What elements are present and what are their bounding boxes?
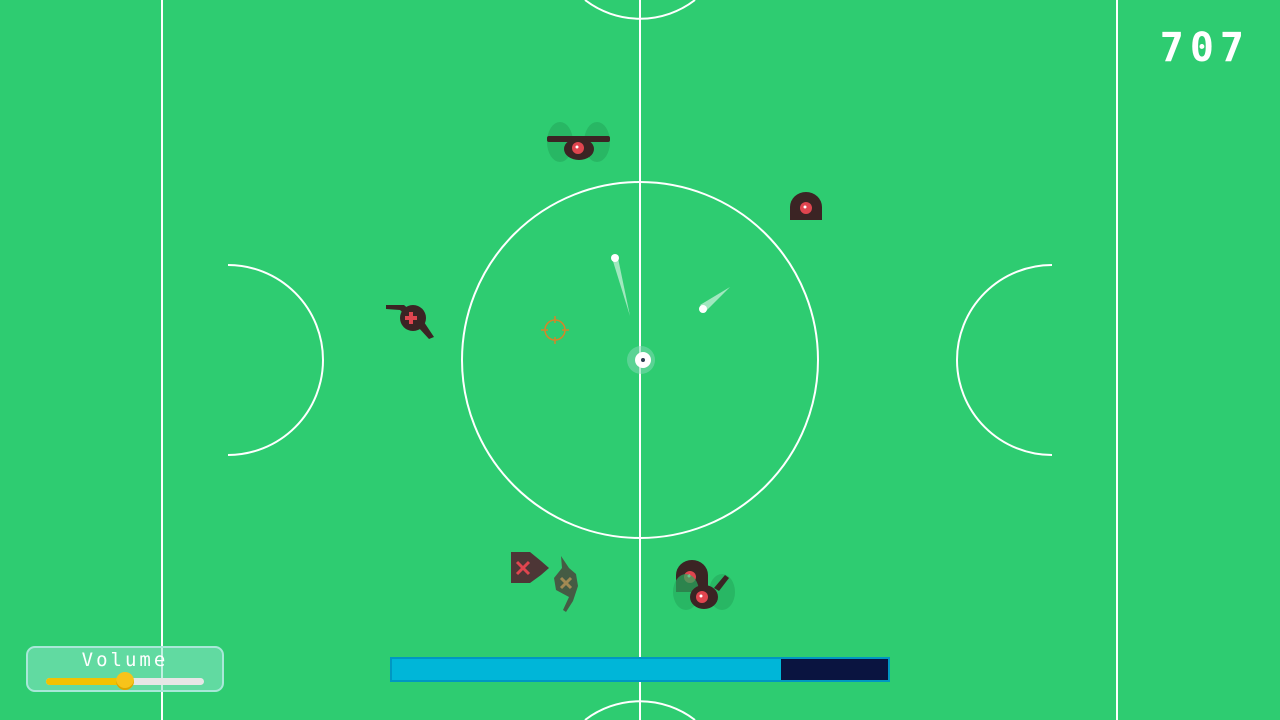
health-bar-fill [392, 659, 782, 680]
volume-slider[interactable] [46, 672, 204, 690]
wreck-enemy [554, 556, 578, 612]
volume-label: Volume [81, 649, 169, 671]
volume-slider-fill [46, 678, 125, 685]
cannon-enemy [386, 305, 434, 339]
right-goal-arc [956, 264, 1053, 456]
score-counter: 707 [1159, 25, 1250, 71]
left-goal-arc [227, 264, 324, 456]
volume-control: Volume [26, 646, 224, 692]
projectile [611, 254, 630, 316]
game-stage[interactable]: 707 Volume [0, 0, 1280, 720]
volume-slider-knob[interactable] [116, 672, 134, 690]
drone-enemy [547, 122, 610, 162]
wreck-enemy [511, 552, 549, 583]
health-bar [390, 657, 890, 682]
soccer-field [161, 0, 1118, 720]
crosshair-icon [541, 316, 569, 344]
player-ship [627, 346, 655, 374]
projectile [699, 287, 730, 313]
dome-turret-enemy [790, 192, 822, 220]
